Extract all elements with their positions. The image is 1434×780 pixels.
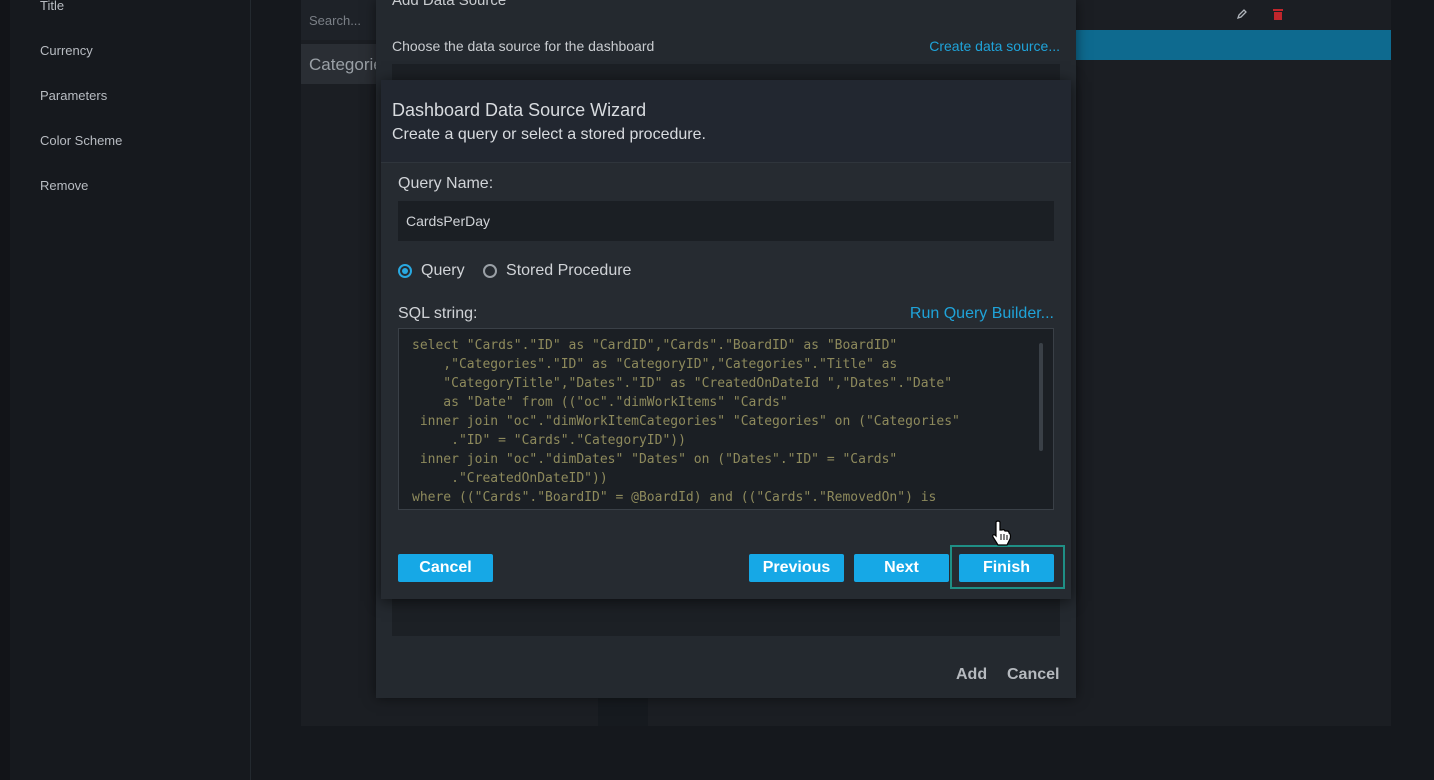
data-source-wizard: Dashboard Data Source Wizard Create a qu…	[381, 80, 1071, 599]
wizard-title: Dashboard Data Source Wizard	[392, 100, 647, 120]
wizard-header: Dashboard Data Source Wizard Create a qu…	[381, 80, 1071, 163]
radio-query-label: Query	[421, 262, 465, 279]
background-categories-header: Categories	[301, 44, 381, 84]
radio-stored-procedure[interactable]: Stored Procedure	[483, 262, 631, 280]
background-search-input[interactable]: Search...	[301, 0, 381, 40]
left-edge	[0, 0, 10, 780]
radio-query-indicator[interactable]	[398, 264, 412, 278]
pencil-icon[interactable]	[1236, 8, 1250, 22]
radio-query[interactable]: Query	[398, 262, 465, 280]
run-query-builder-link[interactable]: Run Query Builder...	[910, 305, 1054, 323]
wizard-subtitle: Create a query or select a stored proced…	[392, 126, 706, 143]
sql-string-label: SQL string:	[398, 305, 478, 322]
background-selected-row[interactable]	[1076, 30, 1391, 60]
sidebar-item-title[interactable]: Title	[40, 0, 64, 13]
sidebar-item-parameters[interactable]: Parameters	[40, 88, 107, 103]
query-name-label: Query Name:	[398, 175, 494, 192]
query-name-input[interactable]	[398, 201, 1054, 241]
next-button[interactable]: Next	[854, 554, 949, 582]
sql-editor-scrollbar[interactable]	[1039, 343, 1043, 451]
radio-stored-procedure-indicator[interactable]	[483, 264, 498, 278]
sidebar-item-remove[interactable]: Remove	[40, 178, 88, 193]
dialog-title: Add Data Source	[392, 0, 507, 9]
sidebar-item-currency[interactable]: Currency	[40, 43, 93, 58]
previous-button[interactable]: Previous	[749, 554, 844, 582]
query-type-radio-group: Query Stored Procedure	[398, 262, 645, 283]
finish-button[interactable]: Finish	[959, 554, 1054, 582]
sidebar: Title Currency Parameters Color Scheme R…	[10, 0, 251, 780]
sql-string-text[interactable]: select "Cards"."ID" as "CardID","Cards".…	[412, 336, 1032, 507]
hand-pointer-icon	[990, 520, 1012, 546]
dialog-subtitle: Choose the data source for the dashboard	[392, 38, 655, 54]
wizard-cancel-button[interactable]: Cancel	[398, 554, 493, 582]
add-button[interactable]: Add	[956, 666, 987, 684]
trash-icon[interactable]	[1272, 8, 1286, 22]
sidebar-item-color-scheme[interactable]: Color Scheme	[40, 133, 122, 148]
sql-string-editor[interactable]: select "Cards"."ID" as "CardID","Cards".…	[398, 328, 1054, 510]
dialog-cancel-button[interactable]: Cancel	[1007, 666, 1059, 684]
create-data-source-link[interactable]: Create data source...	[929, 38, 1060, 54]
radio-stored-procedure-label: Stored Procedure	[506, 262, 632, 279]
